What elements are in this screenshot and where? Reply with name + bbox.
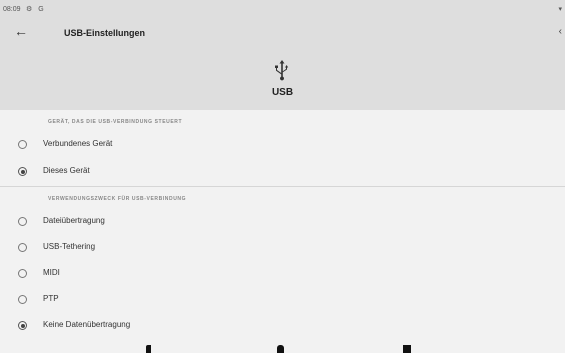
divider [0, 186, 565, 187]
option-midi[interactable]: MIDI [0, 262, 565, 286]
navigation-bar [0, 341, 565, 353]
radio-button[interactable] [18, 243, 27, 252]
option-label: Verbundenes Gerät [43, 139, 113, 148]
radio-button[interactable] [18, 217, 27, 226]
usb-label: USB [271, 87, 294, 98]
battery-icon: ▾ [558, 6, 562, 13]
radio-button-selected[interactable] [18, 167, 27, 176]
status-bar: 08:09 ⚙ G ▾ [0, 0, 565, 18]
option-verbundenes-geraet[interactable]: Verbundenes Gerät [0, 133, 565, 157]
radio-button[interactable] [18, 140, 27, 149]
section-title-purpose: VERWENDUNGSZWECK FÜR USB-VERBINDUNG [48, 196, 187, 202]
option-usb-tethering[interactable]: USB-Tethering [0, 236, 565, 260]
radio-button[interactable] [18, 269, 27, 278]
radio-button-selected[interactable] [18, 321, 27, 330]
page-title: USB-Einstellungen [64, 28, 146, 38]
option-label: USB-Tethering [43, 242, 96, 251]
more-icon[interactable]: ‹ [559, 26, 562, 37]
option-dateiuebertragung[interactable]: Dateiübertragung [0, 210, 565, 234]
option-dieses-geraet[interactable]: Dieses Gerät [0, 160, 565, 184]
status-time: 08:09 [3, 6, 21, 13]
option-label: Keine Datenübertragung [43, 320, 131, 329]
arrow-back-icon[interactable]: ← [14, 24, 28, 38]
nav-recents-icon[interactable] [403, 345, 411, 353]
usb-icon [275, 60, 289, 81]
option-ptp[interactable]: PTP [0, 288, 565, 312]
option-label: Dieses Gerät [43, 166, 90, 175]
usb-header: USB [0, 48, 565, 110]
section-title-controller: GERÄT, DAS DIE USB-VERBINDUNG STEUERT [48, 119, 183, 125]
option-label: Dateiübertragung [43, 216, 105, 225]
option-label: MIDI [43, 268, 60, 277]
nav-back-icon[interactable] [146, 345, 151, 353]
radio-button[interactable] [18, 295, 27, 304]
option-keine-datenuebertragung[interactable]: Keine Datenübertragung [0, 314, 565, 338]
nav-home-icon[interactable] [277, 345, 284, 353]
option-label: PTP [43, 294, 59, 303]
status-icons: ⚙ G [26, 6, 46, 13]
app-bar: ← USB-Einstellungen ‹ [0, 18, 565, 48]
